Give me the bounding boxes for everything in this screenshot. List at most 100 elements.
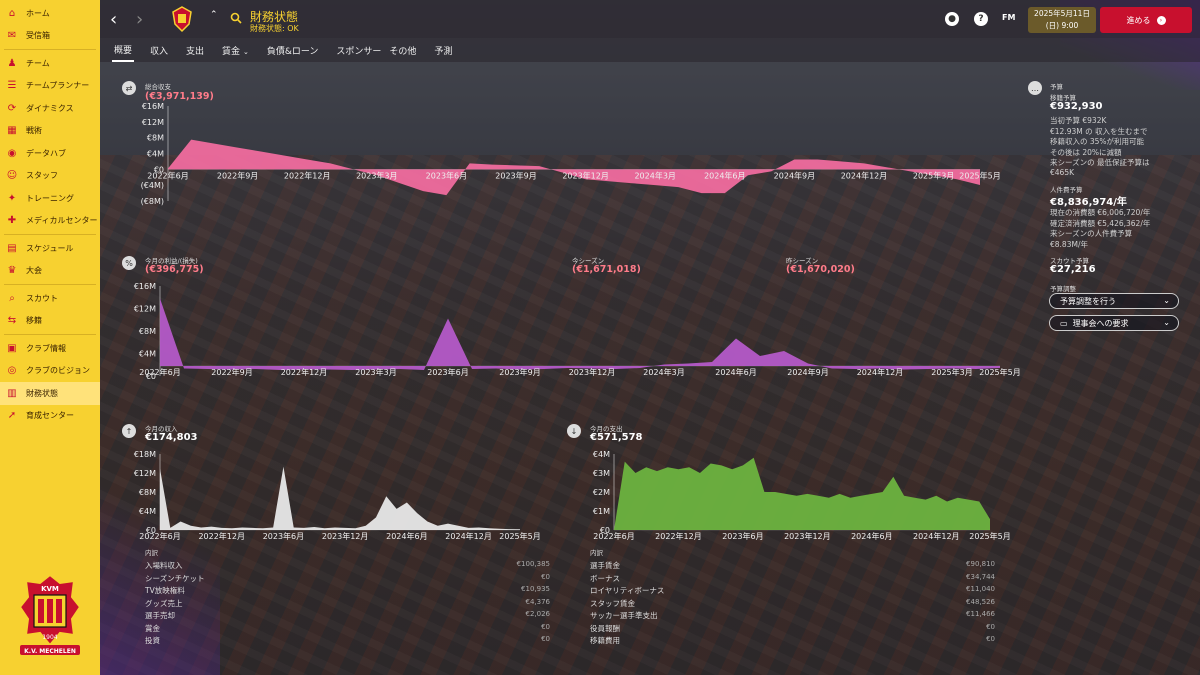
income-value: €174,803 bbox=[145, 432, 198, 443]
y-tick-label: €4M bbox=[147, 150, 164, 159]
sidebar-item-label: データハブ bbox=[26, 148, 66, 158]
transfer-budget-value: €932,930 bbox=[1050, 101, 1103, 112]
breakdown-row-name: 選手賃金 bbox=[590, 561, 620, 570]
wage-budget-value: €8,836,974/年 bbox=[1050, 197, 1127, 208]
back-arrow-icon[interactable]: ‹ bbox=[110, 9, 117, 30]
x-tick-label: 2023年12月 bbox=[562, 170, 609, 180]
dynamics-icon: ⟳ bbox=[7, 102, 17, 114]
y-tick-label: €1M bbox=[593, 507, 610, 516]
sidebar-item-label: チームプランナー bbox=[26, 81, 90, 91]
y-tick-label: €18M bbox=[134, 450, 156, 459]
sidebar-item-planner[interactable]: ☰ チームプランナー bbox=[0, 75, 100, 98]
data-hub-icon: ◉ bbox=[7, 147, 17, 159]
x-tick-label: 2023年3月 bbox=[356, 170, 397, 180]
tab-overview[interactable]: 概要 bbox=[112, 39, 135, 62]
breakdown-row-name: ロイヤリティボーナス bbox=[590, 586, 665, 595]
sidebar-item-finance[interactable]: ▥ 財務状態 bbox=[0, 382, 100, 405]
breakdown-row-value: €0 bbox=[986, 622, 995, 631]
fm-menu-button[interactable]: FM bbox=[1002, 13, 1015, 22]
search-icon[interactable] bbox=[230, 12, 242, 24]
board-request-dropdown[interactable]: ▭ 理事会への要求 ⌄ bbox=[1049, 315, 1179, 331]
sidebar-item-transfer[interactable]: ⇆ 移籍 bbox=[0, 310, 100, 333]
current-date: 2025年5月11日 (日) 9:00 bbox=[1028, 7, 1096, 33]
x-tick-label: 2023年12月 bbox=[784, 531, 831, 541]
sidebar-item-youth[interactable]: ➚ 育成センター bbox=[0, 405, 100, 428]
home-icon: ⌂ bbox=[8, 7, 16, 19]
scout-icon: ⌕ bbox=[9, 292, 15, 304]
breakdown-row-value: €0 bbox=[541, 635, 550, 643]
y-tick-label: (€8M) bbox=[141, 197, 164, 206]
tab-other[interactable]: その他 bbox=[387, 40, 418, 61]
budget-detail-line: 当初予算 €932K bbox=[1050, 116, 1107, 125]
sidebar-item-home[interactable]: ⌂ ホーム bbox=[0, 2, 100, 25]
breakdown-row-value: €90,810 bbox=[966, 560, 995, 568]
club-badge-icon[interactable] bbox=[172, 6, 192, 33]
this-season-value: (€1,671,018) bbox=[572, 264, 641, 275]
sidebar-item-training[interactable]: ✦ トレーニング bbox=[0, 187, 100, 210]
sidebar-item-staff[interactable]: ☺ スタッフ bbox=[0, 165, 100, 188]
breakdown-row-name: TV放映権料 bbox=[145, 586, 185, 595]
sidebar-item-team[interactable]: ♟ チーム bbox=[0, 52, 100, 75]
monthly-profit-chart[interactable]: €16M€12M€8M€4M€02022年6月 2022年9月 2022年12月 20… bbox=[120, 280, 1021, 390]
team-icon: ♟ bbox=[7, 57, 17, 69]
tab-wages[interactable]: 賃金 ⌄ bbox=[220, 40, 251, 61]
sidebar-item-dynamics[interactable]: ⟳ ダイナミクス bbox=[0, 97, 100, 120]
breakdown-row-value: €100,385 bbox=[516, 560, 550, 568]
x-tick-label: 2024年3月 bbox=[643, 367, 684, 377]
sidebar-item-inbox[interactable]: ✉ 受信箱 bbox=[0, 25, 100, 48]
x-tick-label: 2023年12月 bbox=[322, 531, 369, 541]
tab-expenses[interactable]: 支出 bbox=[184, 40, 206, 61]
tab-forecast[interactable]: 予測 bbox=[432, 40, 454, 61]
transfer-icon: ⇆ bbox=[7, 315, 17, 327]
breakdown-row-value: €34,744 bbox=[966, 572, 995, 581]
budget-detail-line: 現在の消費額 €6,006,720/年 bbox=[1050, 208, 1151, 217]
crest-year: 1904 bbox=[42, 634, 57, 641]
x-tick-label: 2023年6月 bbox=[426, 170, 467, 180]
sidebar-item-club-info[interactable]: ▣ クラブ情報 bbox=[0, 337, 100, 360]
x-tick-label: 2025年5月 bbox=[959, 170, 1000, 180]
date-line: 2025年5月11日 bbox=[1034, 9, 1090, 18]
last-season-value: (€1,670,020) bbox=[786, 264, 855, 275]
help-icon[interactable]: ? bbox=[974, 12, 988, 26]
chevron-down-icon: ⌄ bbox=[1163, 318, 1170, 327]
income-chart[interactable]: €18M€12M€8M€4M€02022年6月 2022年12月 2023年6月 20… bbox=[120, 448, 541, 544]
sidebar-item-scout[interactable]: ⌕ スカウト bbox=[0, 287, 100, 310]
x-tick-label: 2022年6月 bbox=[147, 170, 188, 180]
tab-debt-loans[interactable]: 負債&ローン bbox=[265, 40, 321, 61]
sidebar-item-label: チーム bbox=[26, 58, 50, 68]
tab-income[interactable]: 収入 bbox=[148, 40, 170, 61]
sidebar-item-tactics[interactable]: ▦ 戦術 bbox=[0, 120, 100, 143]
medical-icon: ✚ bbox=[7, 215, 17, 227]
x-tick-label: 2024年9月 bbox=[774, 170, 815, 180]
breakdown-row-value: €0 bbox=[541, 572, 550, 581]
adjust-budget-label: 予算調整を行う bbox=[1060, 296, 1116, 306]
sidebar-item-label: 育成センター bbox=[26, 411, 74, 421]
sidebar-item-data-hub[interactable]: ◉ データハブ bbox=[0, 142, 100, 165]
board-request-label: 理事会への要求 bbox=[1072, 318, 1129, 328]
sidebar-item-label: クラブのビジョン bbox=[26, 366, 90, 376]
continue-button[interactable]: 進める › bbox=[1100, 7, 1192, 33]
speech-bubble-icon: ▭ bbox=[1060, 318, 1068, 328]
sidebar-item-schedule[interactable]: ▤ スケジュール bbox=[0, 237, 100, 260]
budget-detail-line: 移籍収入の 35%が利用可能 bbox=[1050, 137, 1145, 146]
expense-chart[interactable]: €4M€3M€2M€1M€02022年6月 2022年12月 2023年6月 2023… bbox=[590, 448, 1011, 544]
y-tick-label: €12M bbox=[142, 118, 164, 127]
forward-arrow-icon[interactable]: › bbox=[136, 9, 143, 30]
sidebar-item-trophy[interactable]: ♛ 大会 bbox=[0, 260, 100, 283]
x-tick-label: 2022年9月 bbox=[211, 367, 252, 377]
staff-icon: ☺ bbox=[6, 170, 18, 182]
y-tick-label: €16M bbox=[142, 102, 164, 111]
sidebar-item-vision[interactable]: ◎ クラブのビジョン bbox=[0, 360, 100, 383]
breakdown-row-name: グッズ売上 bbox=[145, 598, 183, 608]
x-tick-label: 2023年9月 bbox=[495, 170, 536, 180]
sidebar-item-medical[interactable]: ✚ メディカルセンター bbox=[0, 210, 100, 233]
continue-label: 進める bbox=[1126, 15, 1151, 25]
overall-balance-chart[interactable]: €16M€12M€8M€4M€0(€4M)(€8M)2022年6月 2022年9月… bbox=[120, 100, 1010, 215]
match-ball-icon[interactable]: ● bbox=[945, 12, 959, 26]
expense-value: €571,578 bbox=[590, 432, 643, 443]
tab-wages-label: 賃金 bbox=[222, 46, 241, 57]
budget-detail-line: 確定済消費額 €5,426,362/年 bbox=[1050, 218, 1151, 228]
tab-sponsors[interactable]: スポンサー bbox=[334, 40, 383, 61]
adjust-budget-dropdown[interactable]: 予算調整を行う ⌄ bbox=[1049, 293, 1179, 309]
switch-club-icon[interactable]: ⌃ bbox=[210, 10, 218, 20]
